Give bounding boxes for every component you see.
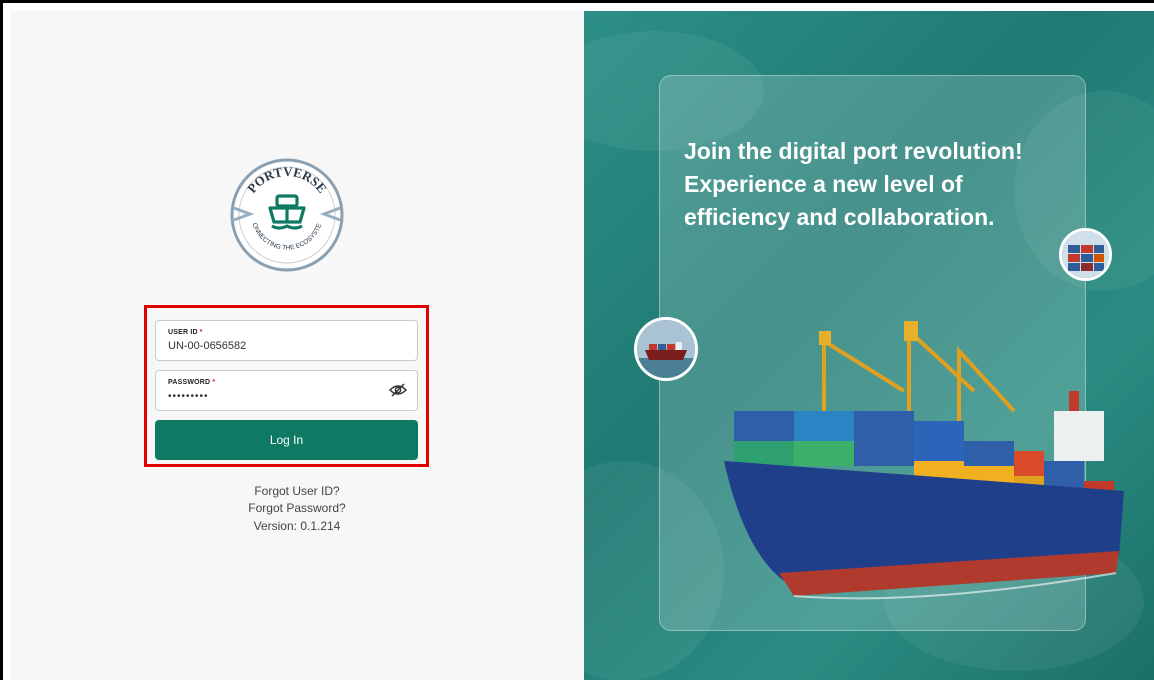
required-mark: * <box>199 329 203 336</box>
eye-off-icon[interactable] <box>389 383 407 397</box>
password-field[interactable]: PASSWORD * ••••••••• <box>155 370 418 411</box>
ship-thumbnail <box>634 317 698 381</box>
version-text: Version: 0.1.214 <box>253 519 341 533</box>
forgot-user-id-link[interactable]: Forgot User ID? <box>10 484 584 498</box>
portverse-logo: PORTVERSE CONNECTING THE ECOSYSTEM <box>227 151 344 274</box>
login-button[interactable]: Log In <box>155 420 418 460</box>
cargo-ship-illustration <box>724 321 1124 600</box>
promo-headline: Join the digital port revolution! Experi… <box>684 135 1064 234</box>
password-input[interactable]: ••••••••• <box>168 391 209 402</box>
promo-line-3: efficiency and collaboration. <box>684 204 995 230</box>
forgot-password-link[interactable]: Forgot Password? <box>10 501 584 515</box>
containers-thumbnail <box>1059 228 1112 281</box>
promo-line-2: Experience a new level of <box>684 171 963 197</box>
user-id-label: USER ID <box>168 329 198 336</box>
user-id-input[interactable]: UN-00-0656582 <box>168 340 246 352</box>
promo-line-1: Join the digital port revolution! <box>684 138 1023 164</box>
promo-panel: Join the digital port revolution! Experi… <box>584 11 1154 680</box>
required-mark: * <box>212 379 216 386</box>
user-id-field[interactable]: USER ID * UN-00-0656582 <box>155 320 418 361</box>
password-label: PASSWORD <box>168 379 211 386</box>
